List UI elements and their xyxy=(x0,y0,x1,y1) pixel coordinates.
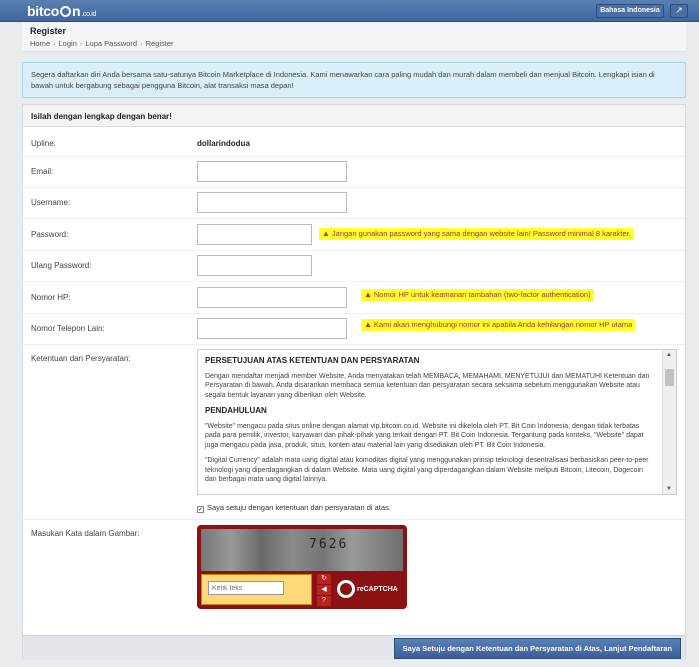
terms-box[interactable]: PERSETUJUAN ATAS KETENTUAN DAN PERSYARAT… xyxy=(197,349,677,495)
breadcrumb-login[interactable]: Login xyxy=(59,39,77,48)
email-label: Email: xyxy=(31,167,54,176)
scroll-down-icon[interactable]: ▼ xyxy=(666,486,672,492)
captcha-label: Masukan Kata dalam Gambar: xyxy=(31,529,140,538)
breadcrumb-forgot-password[interactable]: Lupa Password xyxy=(85,39,137,48)
recaptcha-logo: reCAPTCHA xyxy=(337,580,398,598)
password-label: Password: xyxy=(31,230,69,239)
terms-label: Ketentuan dan Persyaratan: xyxy=(31,354,131,363)
submit-button[interactable]: Saya Setuju dengan Ketentuan dan Persyar… xyxy=(393,638,681,659)
captcha-input-area xyxy=(201,574,312,605)
warning-icon: ▲ xyxy=(322,229,330,238)
email-field[interactable] xyxy=(197,161,347,182)
coin-icon xyxy=(59,6,71,17)
password-field[interactable] xyxy=(197,224,312,245)
other-phone-label: Nomor Telepon Lain: xyxy=(31,324,105,333)
phone-warning: ▲ Nomor HP untuk keamanan tambahan (two-f… xyxy=(361,289,594,301)
terms-paragraph: "Website" mengacu pada situs online deng… xyxy=(205,422,644,449)
form-heading: Isilah dengan lengkap dengan benar! xyxy=(23,105,685,127)
page-header: Register Home › Login › Lupa Password › Regist… xyxy=(22,22,686,52)
logout-icon: ↗ xyxy=(675,5,683,15)
phone-warning-text: Nomor HP untuk keamanan tambahan (two-fa… xyxy=(373,290,591,299)
terms-paragraph: "Digital Currency" adalah mata uang digi… xyxy=(205,457,649,483)
username-label: Username: xyxy=(31,198,71,207)
logout-button[interactable]: ↗ xyxy=(670,4,688,18)
phone-field[interactable] xyxy=(197,287,347,308)
captcha-word: 7626 xyxy=(309,537,349,552)
password-warning-text: Jangan gunakan password yang sama dengan… xyxy=(331,229,631,238)
repeat-password-field[interactable] xyxy=(197,255,312,276)
logo-tld: .co.id xyxy=(81,11,97,18)
logo-text-end: n xyxy=(71,3,81,19)
breadcrumb: Home › Login › Lupa Password › Register xyxy=(30,39,174,48)
help-icon[interactable]: ? xyxy=(317,596,331,606)
breadcrumb-register: Register xyxy=(145,39,174,48)
phone-label: Nomor HP: xyxy=(31,293,71,302)
username-field[interactable] xyxy=(197,192,347,213)
terms-paragraph: Dengan mendaftar menjadi member Website,… xyxy=(205,372,650,399)
info-banner: Segera daftarkan diri Anda bersama satu-… xyxy=(22,62,686,98)
terms-heading: PENDAHULUAN xyxy=(205,406,267,415)
breadcrumb-home[interactable]: Home xyxy=(30,39,50,48)
bitcoin-logo[interactable]: bitco n.co.id xyxy=(27,3,96,19)
agree-checkbox[interactable]: ✓ xyxy=(197,506,204,513)
agree-checkbox-row[interactable]: ✓ Saya setuju dengan ketentuan dan persya… xyxy=(197,503,391,513)
repeat-password-label: Ulang Password: xyxy=(31,261,92,270)
logo-text: bitco xyxy=(27,3,59,19)
other-phone-field[interactable] xyxy=(197,318,347,339)
page-title: Register xyxy=(30,26,67,36)
scroll-up-icon[interactable]: ▲ xyxy=(666,352,672,358)
other-phone-warning: ▲ Kami akan menghubungi nomor ini apabila… xyxy=(361,319,636,331)
refresh-icon[interactable]: ↻ xyxy=(317,574,331,584)
other-phone-warning-text: Kami akan menghubungi nomor ini apabila … xyxy=(373,320,633,329)
captcha-controls: ↻ ◀ ? xyxy=(317,574,331,606)
terms-heading: PERSETUJUAN ATAS KETENTUAN DAN PERSYARAT… xyxy=(205,356,420,365)
upline-value: dollarindodua xyxy=(197,139,250,148)
recaptcha-icon xyxy=(337,580,355,598)
recaptcha-widget: 7626 ↻ ◀ ? reCAPTCHA xyxy=(197,525,407,609)
terms-scrollbar[interactable]: ▲ ▼ xyxy=(662,350,676,494)
captcha-input[interactable] xyxy=(208,581,284,595)
password-warning: ▲ Jangan gunakan password yang sama denga… xyxy=(319,228,634,240)
warning-icon: ▲ xyxy=(364,320,372,329)
scroll-thumb[interactable] xyxy=(665,369,674,386)
recaptcha-brand: reCAPTCHA xyxy=(357,585,398,593)
register-form: Isilah dengan lengkap dengan benar! Upli… xyxy=(22,104,686,660)
form-footer: Saya Setuju dengan Ketentuan dan Persyar… xyxy=(23,635,685,660)
language-button[interactable]: Bahasa Indonesia xyxy=(596,4,664,18)
audio-icon[interactable]: ◀ xyxy=(317,585,331,595)
warning-icon: ▲ xyxy=(364,290,372,299)
upline-label: Upline: xyxy=(31,139,56,148)
captcha-image: 7626 xyxy=(201,529,403,571)
top-navbar: bitco n.co.id Bahasa Indonesia ↗ xyxy=(0,0,699,22)
agree-text: Saya setuju dengan ketentuan dan persyar… xyxy=(207,503,391,512)
